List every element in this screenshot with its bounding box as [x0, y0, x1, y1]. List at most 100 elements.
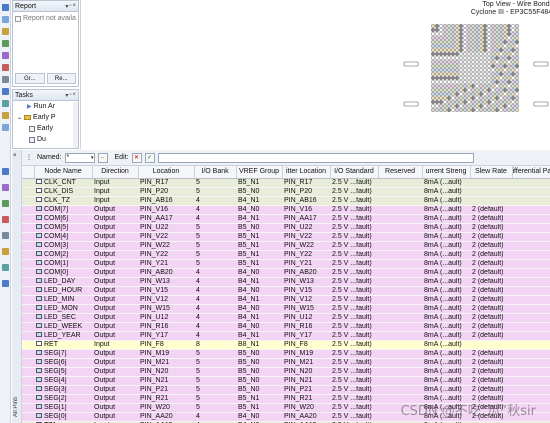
table-cell-differential[interactable] [512, 223, 550, 233]
table-row[interactable]: COM[6] Output PIN_AA17 4 B4_N1 PIN_AA17 2.5 V … [22, 214, 550, 224]
pin-pad[interactable] [459, 24, 463, 28]
pin-pad[interactable] [471, 56, 475, 60]
pin-pad[interactable] [487, 68, 491, 72]
pin-pad[interactable] [443, 76, 447, 80]
table-row[interactable]: LED_SEC Output PIN_U12 4 B4_N1 PIN_U12 2.5 V .… [22, 313, 550, 323]
zoom-icon[interactable] [2, 64, 9, 71]
table-cell-dir[interactable]: Output [92, 286, 138, 296]
table-cell-cur[interactable]: 8mA (...ault) [422, 214, 470, 224]
table-cell-dir[interactable]: Output [92, 349, 138, 359]
table-cell-std[interactable]: 2.5 V ...fault) [330, 376, 378, 386]
table-cell-differential[interactable] [512, 205, 550, 215]
table-cell-vref[interactable]: B4_N1 [236, 277, 282, 287]
table-cell-differential[interactable] [512, 268, 550, 278]
table-cell-std[interactable]: 2.5 V ...fault) [330, 196, 378, 206]
table-cell-fitter[interactable]: PIN_M21 [282, 358, 330, 368]
pin-pad[interactable] [495, 88, 499, 92]
pin-pad[interactable] [471, 104, 475, 108]
edit-cancel-icon[interactable]: ✕ [131, 152, 142, 163]
pin-pad[interactable] [491, 80, 495, 84]
help-icon[interactable] [2, 280, 9, 287]
pin-pad[interactable] [471, 48, 475, 52]
pin-pad[interactable] [475, 48, 479, 52]
table-cell-fitter[interactable]: PIN_AA17 [282, 214, 330, 224]
pin-pad[interactable] [487, 32, 491, 36]
table-cell-loc[interactable]: PIN_AB20 [138, 268, 194, 278]
table-cell-vref[interactable]: B8_N1 [236, 340, 282, 350]
pin-pad[interactable] [507, 36, 511, 40]
table-cell-name[interactable]: CLK_TZ [34, 196, 92, 206]
table-row[interactable]: LED_YEAR Output PIN_Y17 4 B4_N1 PIN_Y17 2.5 V … [22, 331, 550, 341]
pin-pad[interactable] [459, 36, 463, 40]
pin-pad[interactable] [463, 84, 467, 88]
pin-pad[interactable] [479, 80, 483, 84]
table-cell-dir[interactable]: Output [92, 304, 138, 314]
table-cell-name[interactable]: RET [34, 340, 92, 350]
pin-pad[interactable] [503, 88, 507, 92]
pin-pad[interactable] [487, 64, 491, 68]
pin-pad[interactable] [503, 56, 507, 60]
pin-pad[interactable] [431, 60, 435, 64]
pin-pad[interactable] [459, 64, 463, 68]
table-cell-bank[interactable]: 4 [194, 304, 236, 314]
pin-pad[interactable] [503, 28, 507, 32]
table-cell-bank[interactable]: 5 [194, 367, 236, 377]
table-cell-loc[interactable]: PIN_Y17 [138, 331, 194, 341]
pin-pad[interactable] [495, 92, 499, 96]
pin-pad[interactable] [475, 72, 479, 76]
table-cell-dir[interactable]: Output [92, 331, 138, 341]
pin-pad[interactable] [515, 96, 519, 100]
pin-pad[interactable] [507, 76, 511, 80]
table-cell-vref[interactable]: B5_N1 [236, 403, 282, 413]
pin-pad[interactable] [475, 84, 479, 88]
run-icon[interactable] [2, 40, 9, 47]
pin-pad[interactable] [495, 76, 499, 80]
table-cell-res[interactable] [378, 286, 422, 296]
pin-pad[interactable] [463, 104, 467, 108]
pin-pad[interactable] [495, 44, 499, 48]
pin-pad[interactable] [447, 96, 451, 100]
pin-pad[interactable] [503, 24, 507, 28]
table-cell-bank[interactable]: 5 [194, 403, 236, 413]
pin-pad[interactable] [459, 52, 463, 56]
pin-pad[interactable] [483, 40, 487, 44]
pin-pad[interactable] [495, 32, 499, 36]
pin-pad[interactable] [495, 24, 499, 28]
pin-pad[interactable] [475, 44, 479, 48]
table-cell-res[interactable] [378, 187, 422, 197]
hierarchy-icon[interactable] [2, 16, 9, 23]
pin-pad[interactable] [495, 28, 499, 32]
pin-pad[interactable] [451, 92, 455, 96]
pin-pad[interactable] [431, 104, 435, 108]
table-cell-differential[interactable] [512, 250, 550, 260]
table-cell-std[interactable]: 2.5 V ...fault) [330, 340, 378, 350]
pin-pad[interactable] [495, 72, 499, 76]
pin-pad[interactable] [463, 32, 467, 36]
table-cell-res[interactable] [378, 241, 422, 251]
pin-pad[interactable] [511, 72, 515, 76]
table-cell-loc[interactable]: PIN_AA17 [138, 214, 194, 224]
table-cell-loc[interactable]: PIN_R21 [138, 394, 194, 404]
table-cell-res[interactable] [378, 205, 422, 215]
pin-pad[interactable] [455, 52, 459, 56]
pin-pad[interactable] [467, 44, 471, 48]
table-cell-std[interactable]: 2.5 V ...fault) [330, 223, 378, 233]
pin-pad[interactable] [491, 52, 495, 56]
table-cell-differential[interactable] [512, 286, 550, 296]
pin-pad[interactable] [455, 108, 459, 112]
pin-pad[interactable] [455, 48, 459, 52]
pin-pad[interactable] [439, 36, 443, 40]
pin-pad[interactable] [459, 40, 463, 44]
pin-pad[interactable] [495, 96, 499, 100]
pin-pad[interactable] [435, 96, 439, 100]
pin-pad[interactable] [463, 36, 467, 40]
table-row[interactable]: COM[2] Output PIN_Y22 5 B5_N1 PIN_Y22 2.5 V ..… [22, 250, 550, 260]
pin-pad[interactable] [435, 28, 439, 32]
pin-pad[interactable] [463, 52, 467, 56]
pin-pad[interactable] [495, 80, 499, 84]
table-cell-dir[interactable]: Input [92, 340, 138, 350]
pin-pad[interactable] [511, 24, 515, 28]
pin-pad[interactable] [511, 44, 515, 48]
pin-pad[interactable] [467, 80, 471, 84]
table-cell-cur[interactable]: 8mA (...ault) [422, 367, 470, 377]
